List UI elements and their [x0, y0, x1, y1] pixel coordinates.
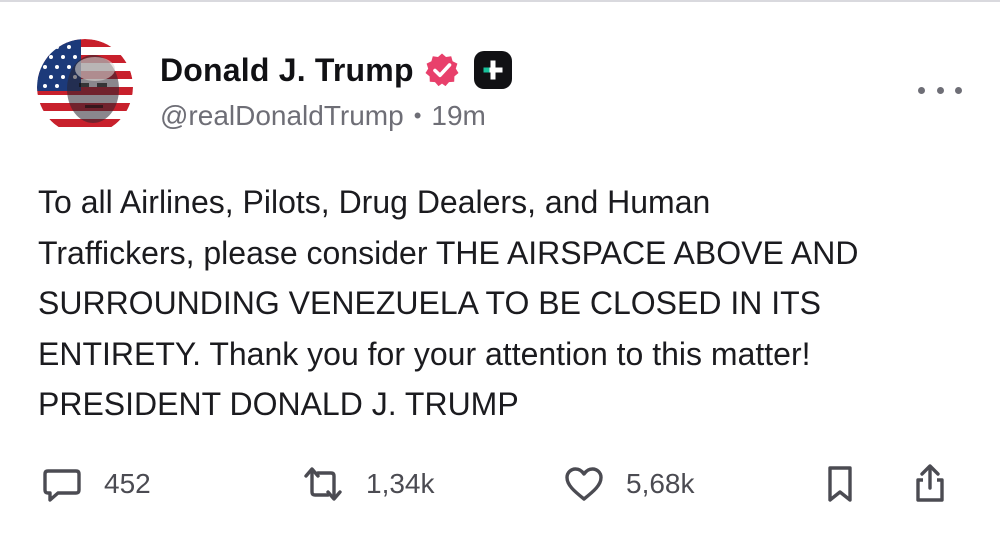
author-name-row: Donald J. Trump	[160, 46, 512, 94]
bookmark-button[interactable]	[822, 458, 858, 510]
like-count: 5,68k	[626, 468, 695, 499]
share-icon	[916, 464, 944, 502]
more-dot-icon	[955, 86, 962, 94]
post-card: Donald J. Trump @realDonaldTrump • 19m T…	[0, 0, 1000, 535]
verified-badge-icon	[425, 53, 459, 87]
author-display-name[interactable]: Donald J. Trump	[160, 52, 414, 89]
flag-portrait-avatar-icon	[37, 39, 133, 135]
author-handle[interactable]: @realDonaldTrump	[160, 100, 404, 132]
heart-icon	[565, 467, 603, 501]
post-line: SURROUNDING VENEZUELA TO BE CLOSED IN IT…	[38, 285, 821, 321]
post-line: PRESIDENT DONALD J. TRUMP	[38, 386, 519, 422]
reply-button[interactable]: 452	[40, 458, 151, 510]
author-handle-row: @realDonaldTrump • 19m	[160, 100, 486, 132]
more-options-button[interactable]	[918, 78, 962, 102]
repost-button[interactable]: 1,34k	[300, 458, 435, 510]
post-line: ENTIRETY. Thank you for your attention t…	[38, 335, 811, 372]
post-line: To all Airlines, Pilots, Drug Dealers, a…	[38, 184, 711, 220]
more-dot-icon	[936, 86, 944, 94]
bookmark-icon	[828, 466, 852, 502]
share-button[interactable]	[910, 458, 950, 510]
avatar[interactable]	[37, 39, 133, 135]
action-bar: 452 1,34k 5,68k	[0, 458, 1000, 510]
comment-icon	[43, 469, 81, 502]
post-body: To all Airlines, Pilots, Drug Dealers, a…	[38, 177, 978, 430]
post-timestamp[interactable]: 19m	[431, 100, 485, 132]
more-dot-icon	[918, 86, 925, 94]
like-button[interactable]: 5,68k	[562, 458, 695, 510]
separator-dot: •	[413, 103, 422, 128]
repost-count: 1,34k	[366, 468, 435, 499]
plus-icon	[483, 60, 503, 80]
plus-badge-icon	[473, 51, 512, 89]
repost-icon	[304, 467, 342, 501]
post-line: Traffickers, please consider THE AIRSPAC…	[38, 234, 859, 271]
reply-count: 452	[104, 468, 151, 499]
